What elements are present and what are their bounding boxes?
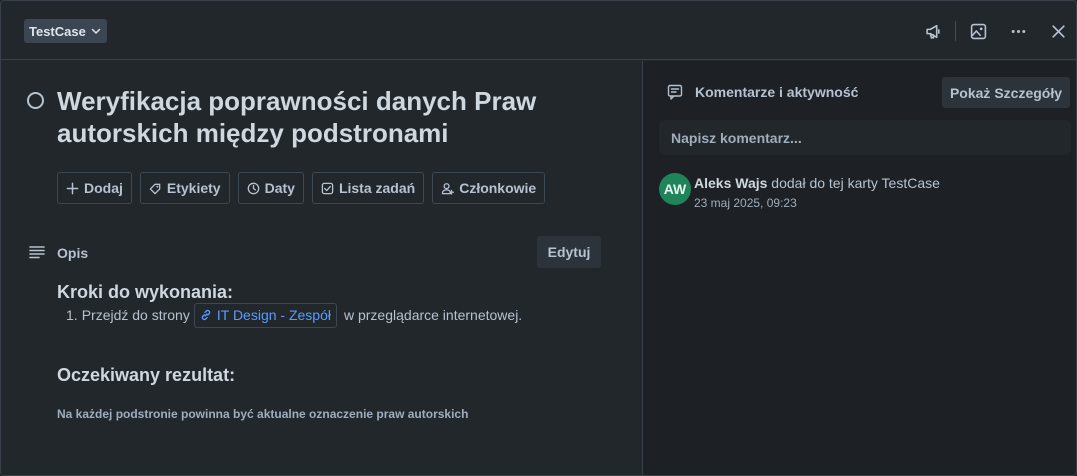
list-select-button[interactable]: TestCase [24,19,107,43]
tag-icon [149,183,161,194]
complete-toggle[interactable] [27,92,44,109]
activity-action: dodał do tej karty TestCase [771,175,940,191]
activity-text: Aleks Wajs dodał do tej karty TestCase [694,175,940,191]
activity-author[interactable]: Aleks Wajs [694,175,767,191]
plus-icon [66,182,79,194]
more-actions-button[interactable] [998,16,1038,46]
avatar[interactable]: AW [659,173,691,205]
activity-timestamp[interactable]: 23 maj 2025, 09:23 [694,196,797,210]
step-text-after: w przeglądarce internetowej. [343,307,523,323]
header-actions [913,16,1076,46]
description-heading: Opis [57,245,89,261]
checklist-button[interactable]: Lista zadań [311,172,425,204]
header-divider [955,21,956,41]
comment-icon [667,84,683,100]
close-icon [1051,24,1065,38]
card-title[interactable]: Weryfikacja poprawności danych Praw auto… [57,85,617,149]
expected-text: Na każdej podstronie powinna być aktualn… [57,407,469,421]
step-number: 1. [66,307,78,323]
card-header: TestCase [1,1,1076,60]
step-link[interactable]: IT Design - Zespół [193,302,337,328]
members-button[interactable]: Członkowie [432,172,546,204]
megaphone-button[interactable] [913,16,953,46]
expected-heading: Oczekiwany rezultat: [57,365,236,385]
step-text-before: Przejdź do strony [81,307,190,323]
description-icon [29,246,45,259]
edit-description-button[interactable]: Edytuj [537,236,601,268]
chevron-down-icon [91,28,101,34]
cover-image-button[interactable] [958,16,998,46]
activity-item: AW Aleks Wajs dodał do tej karty TestCas… [659,173,1071,213]
close-button[interactable] [1038,16,1076,46]
megaphone-icon [925,24,940,39]
step-item: 1. Przejdź do strony IT Design - Zespół … [66,302,522,328]
dates-label: Daty [264,180,295,196]
image-icon [970,23,986,39]
members-label: Członkowie [459,180,537,196]
checkbox-icon [321,182,334,194]
step-link-text: IT Design - Zespół [216,307,331,323]
show-details-button[interactable]: Pokaż Szczegóły [942,77,1070,108]
card-detail-dialog: TestCase Weryfikacja poprawności danych … [0,0,1077,476]
clock-icon [247,182,259,194]
add-label: Dodaj [84,180,123,196]
dates-button[interactable]: Daty [237,172,304,204]
list-name: TestCase [29,23,86,39]
card-main-pane: Weryfikacja poprawności danych Praw auto… [1,61,641,475]
comments-sidebar: Komentarze i aktywność Pokaż Szczegóły A… [642,61,1076,475]
comment-input[interactable] [659,120,1071,155]
card-actions: Dodaj Etykiety Daty Lista zadań Członkow… [57,172,546,204]
user-icon [441,182,455,195]
checklist-label: Lista zadań [338,180,416,196]
add-button[interactable]: Dodaj [57,172,132,204]
more-icon [1011,29,1025,33]
link-icon [201,309,211,321]
labels-label: Etykiety [166,180,221,196]
labels-button[interactable]: Etykiety [139,172,230,204]
steps-heading: Kroki do wykonania: [57,282,234,302]
comments-title: Komentarze i aktywność [695,84,859,100]
